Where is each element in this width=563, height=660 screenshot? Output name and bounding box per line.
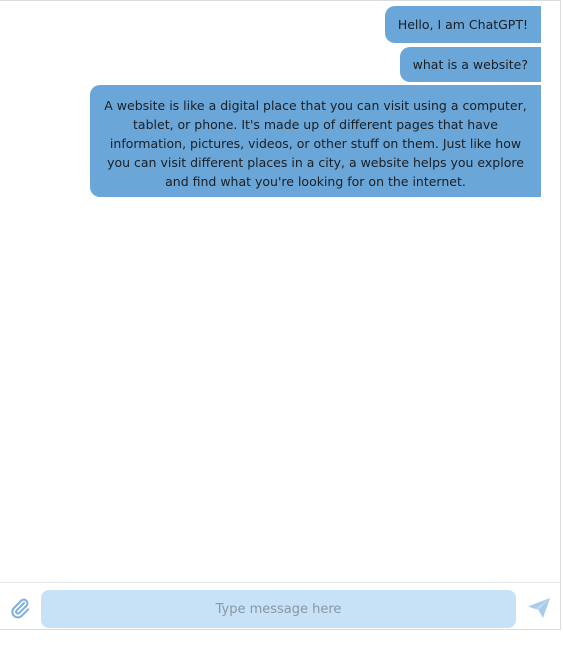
message-bubble: what is a website? — [399, 47, 541, 82]
send-button[interactable] — [527, 597, 551, 619]
message-composer — [0, 582, 560, 631]
message-input[interactable] — [41, 590, 516, 628]
attach-button[interactable] — [9, 597, 31, 619]
message-bubble: A website is like a digital place that y… — [90, 85, 541, 197]
paper-plane-icon — [528, 598, 550, 618]
message-bubble: Hello, I am ChatGPT! — [384, 6, 541, 43]
message-list: Hello, I am ChatGPT! what is a website? … — [0, 1, 560, 581]
chat-window: Hello, I am ChatGPT! what is a website? … — [0, 0, 561, 630]
paperclip-icon — [11, 598, 30, 619]
chat-app: Hello, I am ChatGPT! what is a website? … — [0, 0, 563, 660]
